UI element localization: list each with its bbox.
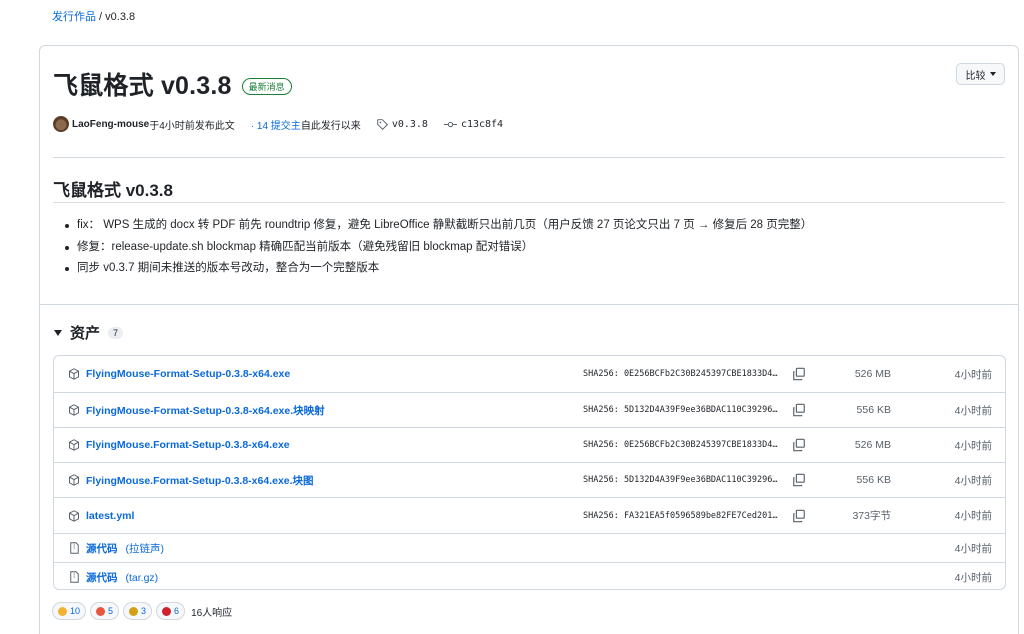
source-label: 源代码 <box>86 542 118 555</box>
source-download-link[interactable]: 源代码 (tar.gz) <box>86 570 158 585</box>
reactions-total: 16人响应 <box>191 607 233 619</box>
commit-link[interactable]: c13c8f4 <box>461 119 503 130</box>
asset-sha: SHA256: FA321EA5f0596589be82FE7Ced201… <box>583 510 778 521</box>
file-zip-icon <box>68 571 80 583</box>
breadcrumb: 发行作品 / v0.3.8 <box>52 8 135 24</box>
asset-size: 556 KB <box>856 404 891 416</box>
laugh-icon <box>96 606 106 616</box>
divider <box>53 157 1005 158</box>
asset-time: 4小时前 <box>954 510 992 522</box>
commits-link[interactable]: · 14 提交主 <box>251 117 301 132</box>
reaction-count: 10 <box>70 606 81 616</box>
asset-sha: SHA256: 0E256BCFb2C30B245397CBE1833D4… <box>583 369 778 379</box>
list-item: 同步 v0.3.7 期间未推送的版本号改动，整合为一个完整版本 <box>65 258 812 280</box>
source-download-link[interactable]: 源代码 (拉链声) <box>86 541 164 556</box>
asset-row: FlyingMouse-Format-Setup-0.3.8-x64.exe S… <box>54 356 1005 392</box>
published-text: 于4小时前发布此文 <box>149 120 235 132</box>
latest-badge: 最新消息 <box>241 77 292 95</box>
release-meta: LaoFeng-mouse 于4小时前发布此文 · 14 提交主 自此发行以来 … <box>53 116 503 132</box>
package-icon <box>68 368 80 380</box>
notes-heading: 飞鼠格式 v0.3.8 <box>53 181 173 200</box>
reaction-thumbs-up[interactable]: 10 <box>52 602 87 620</box>
assets-count-badge: 7 <box>108 326 124 339</box>
heart-icon <box>162 606 172 616</box>
triangle-down-icon <box>54 329 62 336</box>
commits-suffix: 自此发行以来 <box>300 120 361 132</box>
release-header: 飞鼠格式 v0.3.8 最新消息 <box>53 66 292 102</box>
asset-sha: SHA256: 5D132D4A39F9ee36BDAC110C39296… <box>583 475 778 485</box>
asset-download-link[interactable]: FlyingMouse-Format-Setup-0.3.8-x64.exe.块… <box>86 403 325 418</box>
copy-icon[interactable] <box>792 403 806 417</box>
assets-toggle[interactable]: 资产 7 <box>54 322 124 343</box>
file-zip-icon <box>68 542 80 554</box>
source-row: 源代码 (拉链声) 4小时前 <box>54 533 1005 562</box>
package-icon <box>68 509 80 522</box>
asset-sha: SHA256: 5D132D4A39F9ee36BDAC110C39296… <box>583 405 778 415</box>
breadcrumb-separator: / <box>96 11 106 23</box>
release-card: 比较 飞鼠格式 v0.3.8 最新消息 LaoFeng-mouse 于4小时前发… <box>39 45 1019 634</box>
copy-icon[interactable] <box>792 473 806 487</box>
asset-size: 373字节 <box>852 510 891 522</box>
asset-download-link[interactable]: FlyingMouse.Format-Setup-0.3.8-x64.exe <box>86 439 290 451</box>
commit-icon <box>443 119 457 130</box>
reaction-hooray[interactable]: 3 <box>123 602 153 620</box>
copy-icon[interactable] <box>792 438 806 452</box>
asset-size: 526 MB <box>854 439 891 451</box>
asset-time: 4小时前 <box>954 439 992 452</box>
copy-icon[interactable] <box>792 509 806 523</box>
reaction-heart[interactable]: 6 <box>156 602 186 620</box>
author-link[interactable]: LaoFeng-mouse <box>72 119 149 130</box>
source-label: 源代码 <box>86 571 118 584</box>
asset-download-link[interactable]: FlyingMouse-Format-Setup-0.3.8-x64.exe <box>86 368 290 380</box>
copy-icon[interactable] <box>792 367 806 381</box>
package-icon <box>68 404 80 416</box>
source-row: 源代码 (tar.gz) 4小时前 <box>54 562 1005 589</box>
release-title[interactable]: 飞鼠格式 v0.3.8 <box>53 66 232 102</box>
breadcrumb-releases-link[interactable]: 发行作品 <box>52 11 96 23</box>
assets-heading: 资产 <box>70 325 101 342</box>
release-notes-list: fix： WPS 生成的 docx 转 PDF 前先 roundtrip 修复，… <box>65 215 812 280</box>
asset-row: FlyingMouse.Format-Setup-0.3.8-x64.exe.块… <box>54 462 1005 497</box>
divider <box>53 202 1005 203</box>
source-time: 4小时前 <box>954 571 992 584</box>
asset-row: FlyingMouse-Format-Setup-0.3.8-x64.exe.块… <box>54 392 1005 427</box>
compare-label: 比较 <box>965 70 986 82</box>
source-format: (拉链声) <box>125 542 165 555</box>
tag-link[interactable]: v0.3.8 <box>392 119 428 130</box>
asset-sha: SHA256: 0E256BCFb2C30B245397CBE1833D4… <box>583 440 778 450</box>
hooray-icon <box>129 606 139 616</box>
package-icon <box>68 439 80 451</box>
reaction-count: 3 <box>141 606 147 616</box>
asset-time: 4小时前 <box>954 368 992 381</box>
asset-time: 4小时前 <box>954 474 992 487</box>
breadcrumb-current: v0.3.8 <box>105 11 136 23</box>
asset-time: 4小时前 <box>954 404 992 417</box>
asset-size: 526 MB <box>854 368 891 380</box>
list-item: 修复：release-update.sh blockmap 精确匹配当前版本（避… <box>65 237 812 259</box>
source-time: 4小时前 <box>954 542 992 555</box>
package-icon <box>68 474 80 486</box>
reaction-count: 6 <box>174 606 180 616</box>
avatar[interactable] <box>53 116 69 132</box>
chevron-down-icon <box>989 72 996 76</box>
asset-download-link[interactable]: latest.yml <box>86 510 134 522</box>
asset-size: 556 KB <box>856 474 891 486</box>
asset-row: FlyingMouse.Format-Setup-0.3.8-x64.exe S… <box>54 427 1005 462</box>
source-format: (tar.gz) <box>125 571 159 584</box>
assets-list: FlyingMouse-Format-Setup-0.3.8-x64.exe S… <box>53 355 1006 590</box>
asset-row: latest.yml SHA256: FA321EA5f0596589be82F… <box>54 497 1005 533</box>
tag-icon <box>377 118 388 130</box>
reaction-count: 5 <box>108 606 114 616</box>
reaction-laugh[interactable]: 5 <box>90 602 120 620</box>
reactions-bar: 10 5 3 6 16人响应 <box>52 602 232 620</box>
compare-button[interactable]: 比较 <box>956 63 1005 85</box>
asset-download-link[interactable]: FlyingMouse.Format-Setup-0.3.8-x64.exe.块… <box>86 473 314 488</box>
thumbs-up-icon <box>58 606 67 616</box>
divider <box>40 304 1018 305</box>
list-item: fix： WPS 生成的 docx 转 PDF 前先 roundtrip 修复，… <box>65 215 812 237</box>
